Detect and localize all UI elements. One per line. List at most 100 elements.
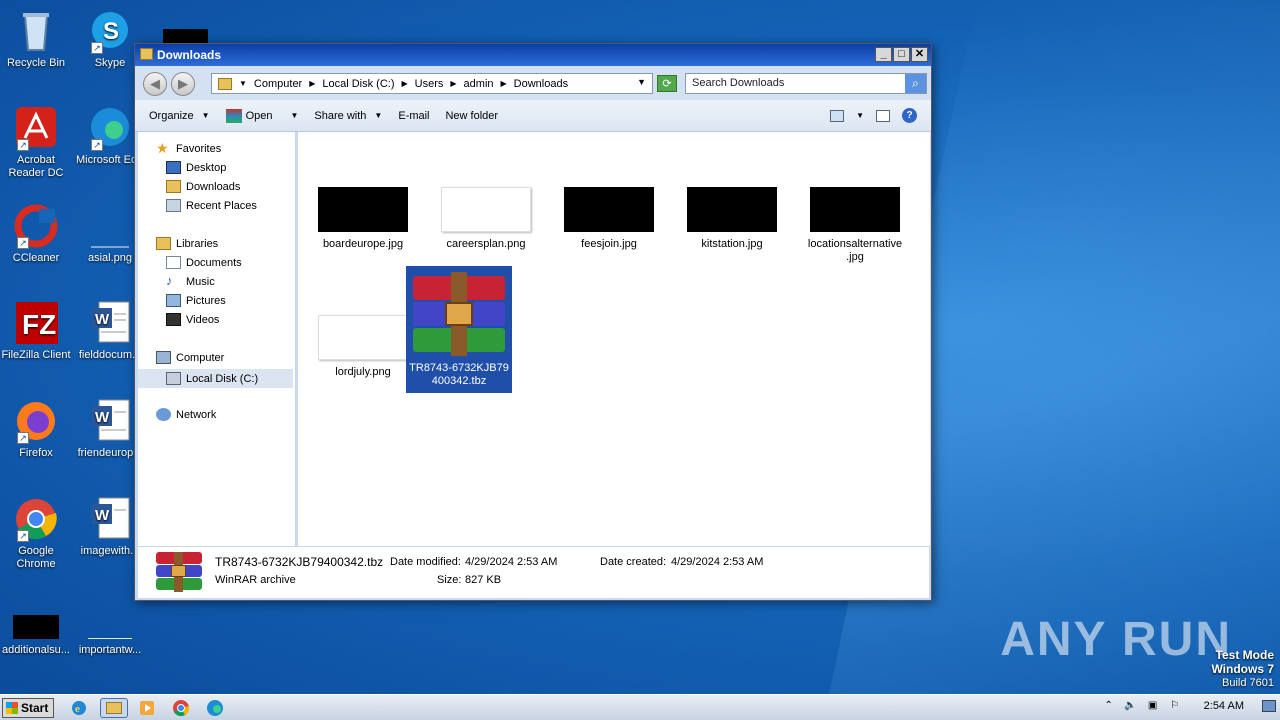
nav-favorites[interactable]: ★ Favorites: [156, 140, 221, 156]
recycle-bin-icon: [13, 8, 59, 54]
navigation-pane: ★ Favorites Desktop Downloads Recent Plac…: [138, 132, 296, 546]
desktop-icon-label: Google Chrome: [16, 545, 56, 570]
volume-icon[interactable]: 🔈: [1124, 699, 1138, 713]
folder-icon: [140, 48, 153, 60]
window-title: Downloads: [157, 48, 222, 62]
network-icon[interactable]: ▣: [1146, 699, 1160, 713]
acrobat-icon: ↗: [13, 105, 59, 151]
nav-recent-places[interactable]: Recent Places: [166, 199, 257, 212]
file-item[interactable]: lordjuly.png: [311, 315, 415, 379]
close-button[interactable]: ✕: [911, 47, 928, 62]
start-button[interactable]: Start: [2, 698, 54, 718]
explorer-window[interactable]: Downloads _ □ ✕ ◀ ▶ ▼ Computer ▶ Local D…: [134, 43, 932, 601]
preview-pane-icon[interactable]: [876, 109, 890, 122]
chevron-down-icon[interactable]: ▼: [637, 77, 646, 87]
file-item[interactable]: careersplan.png: [434, 187, 538, 251]
chevron-down-icon[interactable]: ▼: [856, 111, 864, 120]
chevron-right-icon[interactable]: ▶: [402, 79, 408, 88]
organize-button[interactable]: Organize ▼: [149, 110, 210, 122]
downloads-folder-icon: [166, 180, 181, 193]
show-desktop-icon[interactable]: [1262, 700, 1276, 712]
nav-music[interactable]: ♪ Music: [166, 274, 215, 288]
file-item[interactable]: feesjoin.jpg: [557, 187, 661, 251]
desktop-icon-ccleaner[interactable]: ↗ CCleaner: [0, 203, 74, 265]
star-icon: ★: [156, 140, 169, 156]
back-button[interactable]: ◀: [143, 72, 167, 96]
details-pane: TR8743-6732KJB79400342.tbz WinRAR archiv…: [138, 546, 929, 598]
nav-pictures[interactable]: Pictures: [166, 294, 226, 307]
desktop-icon-additionalsu[interactable]: additionalsu...: [0, 615, 74, 657]
nav-network[interactable]: Network: [156, 408, 216, 421]
new-folder-button[interactable]: New folder: [445, 110, 498, 122]
desktop-icon-chrome[interactable]: ↗ Google Chrome: [0, 496, 74, 571]
file-item-selected[interactable]: TR8743-6732KJB79 400342.tbz: [406, 266, 512, 393]
open-button[interactable]: Open ▼: [225, 108, 298, 123]
chevron-right-icon[interactable]: ▼: [239, 79, 247, 88]
desktop-icon-importantw[interactable]: importantw...: [72, 615, 148, 657]
winrar-archive-icon: [413, 272, 505, 356]
window-titlebar[interactable]: Downloads _ □ ✕: [135, 44, 931, 66]
show-hidden-icons-icon[interactable]: ⌃: [1102, 699, 1116, 713]
nav-documents[interactable]: Documents: [166, 256, 242, 269]
nav-downloads[interactable]: Downloads: [166, 180, 240, 193]
breadcrumb-local-disk[interactable]: Local Disk (C:): [322, 78, 394, 90]
desktop-icon-firefox[interactable]: ↗ Firefox: [0, 398, 74, 460]
media-player-icon[interactable]: [138, 699, 156, 717]
file-item[interactable]: kitstation.jpg: [680, 187, 784, 251]
help-icon[interactable]: ?: [902, 108, 917, 123]
desktop-icon-label: Acrobat Reader DC: [8, 154, 64, 179]
action-center-flag-icon[interactable]: ⚐: [1168, 699, 1182, 713]
breadcrumb-admin[interactable]: admin: [464, 78, 494, 90]
firefox-icon: ↗: [13, 398, 59, 444]
windows-logo-icon: [6, 702, 18, 714]
details-size-label: Size:: [437, 574, 462, 586]
email-button[interactable]: E-mail: [398, 110, 429, 122]
search-icon[interactable]: ⌕: [905, 74, 926, 93]
chevron-right-icon[interactable]: ▶: [309, 79, 315, 88]
skype-icon: S ↗: [87, 8, 133, 54]
maximize-button[interactable]: □: [893, 47, 910, 62]
shortcut-arrow-icon: ↗: [17, 237, 29, 249]
desktop-icon-recycle-bin[interactable]: Recycle Bin: [0, 8, 74, 70]
forward-button[interactable]: ▶: [171, 72, 195, 96]
shortcut-arrow-icon: ↗: [17, 139, 29, 151]
word-doc-icon: W: [87, 496, 133, 542]
desktop-icon-filezilla[interactable]: FZ FileZilla Client: [0, 300, 74, 362]
breadcrumb-users[interactable]: Users: [415, 78, 444, 90]
breadcrumb-downloads[interactable]: Downloads: [514, 78, 568, 90]
edge-icon[interactable]: [206, 699, 224, 717]
clock[interactable]: 2:54 AM: [1204, 700, 1244, 712]
share-with-button[interactable]: Share with ▼: [314, 110, 382, 122]
shortcut-arrow-icon: ↗: [91, 42, 103, 54]
breadcrumb-computer[interactable]: Computer: [254, 78, 302, 90]
chevron-down-icon: ▼: [201, 111, 210, 120]
chevron-right-icon[interactable]: ▶: [450, 79, 456, 88]
image-file-icon: [87, 615, 133, 641]
nav-libraries[interactable]: Libraries: [156, 237, 218, 250]
chevron-right-icon[interactable]: ▶: [501, 79, 507, 88]
svg-text:S: S: [103, 18, 119, 45]
desktop-icon-label: CCleaner: [12, 252, 60, 264]
file-item[interactable]: boardeurope.jpg: [311, 187, 415, 251]
internet-explorer-icon[interactable]: e: [70, 699, 88, 717]
chrome-icon[interactable]: [172, 699, 190, 717]
shortcut-arrow-icon: ↗: [91, 139, 103, 151]
view-options-icon[interactable]: [830, 109, 845, 122]
search-input[interactable]: Search Downloads ⌕: [685, 73, 927, 94]
file-list[interactable]: boardeurope.jpg careersplan.png feesjoin…: [298, 132, 930, 546]
videos-icon: [166, 313, 181, 326]
file-item[interactable]: locationsalternative .jpg: [803, 187, 907, 264]
nav-computer[interactable]: Computer: [156, 351, 224, 364]
explorer-icon[interactable]: [100, 698, 128, 718]
word-doc-icon: W: [87, 300, 133, 346]
refresh-button[interactable]: ⟳: [657, 75, 677, 92]
nav-videos[interactable]: Videos: [166, 313, 219, 326]
image-thumbnail: [441, 187, 531, 232]
desktop-icon-label: Recycle Bin: [6, 57, 66, 69]
minimize-button[interactable]: _: [875, 47, 892, 62]
address-bar[interactable]: ▼ Computer ▶ Local Disk (C:) ▶ Users ▶ a…: [211, 73, 653, 94]
taskbar: Start e ⌃ 🔈 ▣ ⚐ 2:54 AM: [0, 694, 1280, 720]
desktop-icon-acrobat[interactable]: ↗ Acrobat Reader DC: [0, 105, 74, 180]
nav-desktop[interactable]: Desktop: [166, 161, 226, 174]
nav-local-disk[interactable]: Local Disk (C:): [138, 369, 293, 388]
